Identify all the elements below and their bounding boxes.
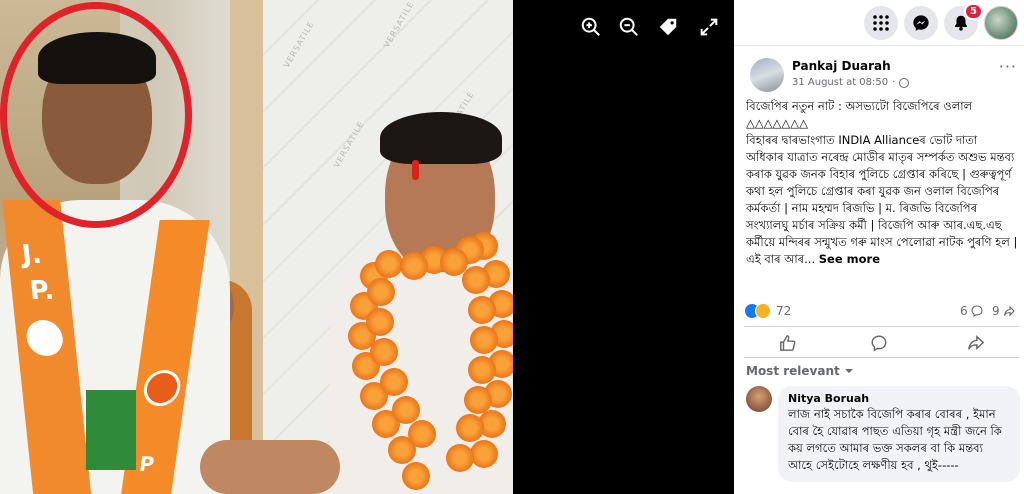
marigold-flower: [470, 326, 498, 354]
post-photo[interactable]: VERSATILE VERSATILE VERSATILE VERSATILE …: [0, 0, 513, 494]
post-body: বিজেপিৰ নতুন নাট : অসভ্যটো বিজেপিৰে ওলাল…: [746, 98, 1018, 268]
wall-print-text: VERSATILE: [382, 0, 416, 50]
lotus-emblem-icon: [24, 320, 65, 356]
reaction-count[interactable]: 72: [776, 304, 791, 318]
comment-sort-label: Most relevant: [746, 364, 840, 378]
globe-icon: [899, 77, 910, 88]
marigold-flower: [440, 248, 468, 276]
marigold-flower: [402, 462, 430, 490]
marigold-flower: [446, 444, 474, 472]
right-man-hair: [380, 112, 502, 164]
marigold-flower: [468, 356, 496, 384]
share-count-value: 9: [992, 304, 1000, 318]
green-stole-band: [86, 390, 136, 470]
time-separator: ·: [892, 77, 896, 88]
profile-avatar[interactable]: [984, 6, 1018, 40]
zoom-out-icon[interactable]: [616, 14, 642, 40]
marigold-flower: [462, 266, 490, 294]
comment-icon[interactable]: [869, 333, 889, 353]
top-navigation-bar: 5: [734, 0, 1024, 46]
share-icon[interactable]: [966, 333, 986, 353]
highlight-red-circle: [0, 2, 192, 228]
marigold-flower: [400, 252, 428, 280]
zoom-in-icon[interactable]: [578, 14, 604, 40]
stole-letters: P: [137, 452, 156, 476]
comment-sort-dropdown[interactable]: Most relevant: [746, 364, 854, 378]
menu-grid-icon[interactable]: [864, 6, 898, 40]
marigold-flower: [367, 278, 395, 306]
marigold-flower: [375, 250, 403, 278]
author-avatar[interactable]: [750, 58, 784, 92]
share-count[interactable]: 9: [992, 304, 1015, 318]
marigold-flower: [366, 308, 394, 336]
comment-count[interactable]: 6: [960, 304, 983, 318]
post-timestamp[interactable]: 31 August at 08:50 ·: [792, 77, 910, 88]
messenger-icon[interactable]: [904, 6, 938, 40]
wall-print-text: VERSATILE: [332, 119, 366, 170]
marigold-flower: [392, 396, 420, 424]
comment-count-icon: [971, 305, 983, 317]
more-options-icon[interactable]: ···: [999, 59, 1017, 75]
post-paragraph-text: বিহাৰৰ দ্বাৰভাংগাত INDIA Allianceৰ ভোট দ…: [746, 133, 1018, 266]
marigold-flower: [370, 338, 398, 366]
marigold-flower: [468, 296, 496, 324]
commenter-avatar[interactable]: [746, 386, 772, 412]
chevron-down-icon: [844, 369, 853, 373]
comment-text: লাজ নাই সচাকৈ বিজেপি কৰাৰ বোৰৰ , ইমান বো…: [788, 407, 1002, 472]
commenter-name[interactable]: Nitya Boruah: [788, 392, 1010, 405]
marigold-flower: [470, 440, 498, 468]
marigold-flower: [380, 368, 408, 396]
share-count-icon: [1003, 305, 1015, 317]
post-panel: 5 Pankaj Duarah 31 August at 08:50 · ···…: [734, 0, 1024, 494]
wall-print-text: VERSATILE: [282, 19, 316, 70]
haha-reaction-icon[interactable]: [755, 303, 771, 319]
reaction-summary: 72 6 9: [744, 302, 1019, 320]
notifications-badge: 5: [964, 3, 983, 20]
post-triangles: △△△△△△△: [746, 116, 808, 130]
like-icon[interactable]: [778, 333, 798, 353]
comment-bubble: Nitya Boruah লাজ নাই সচাকৈ বিজেপি কৰাৰ ব…: [778, 386, 1020, 482]
tag-icon[interactable]: [655, 14, 681, 40]
tilak-mark: [412, 160, 419, 180]
post-time-text: 31 August at 08:50: [792, 77, 889, 88]
fullscreen-icon[interactable]: [696, 14, 722, 40]
post-header: Pankaj Duarah 31 August at 08:50 · ···: [744, 56, 1019, 96]
notifications-bell-icon[interactable]: 5: [944, 3, 983, 40]
handshake: [200, 440, 340, 494]
lotus-emblem-icon: [141, 370, 183, 406]
see-more-link[interactable]: See more: [819, 252, 880, 266]
marigold-flower: [456, 414, 484, 442]
photo-viewer: VERSATILE VERSATILE VERSATILE VERSATILE …: [0, 0, 734, 494]
post-headline: বিজেপিৰ নতুন নাট : অসভ্যটো বিজেপিৰে ওলাল: [746, 99, 973, 113]
post-paragraph: বিহাৰৰ দ্বাৰভাংগাত INDIA Allianceৰ ভোট দ…: [746, 132, 1018, 268]
marigold-flower: [464, 386, 492, 414]
comment-count-value: 6: [960, 304, 968, 318]
marigold-flower: [408, 420, 436, 448]
stole-letters: P.: [28, 276, 56, 306]
post-action-bar: [744, 326, 1019, 358]
stole-letters: J.: [20, 240, 44, 270]
author-name[interactable]: Pankaj Duarah: [792, 59, 891, 73]
